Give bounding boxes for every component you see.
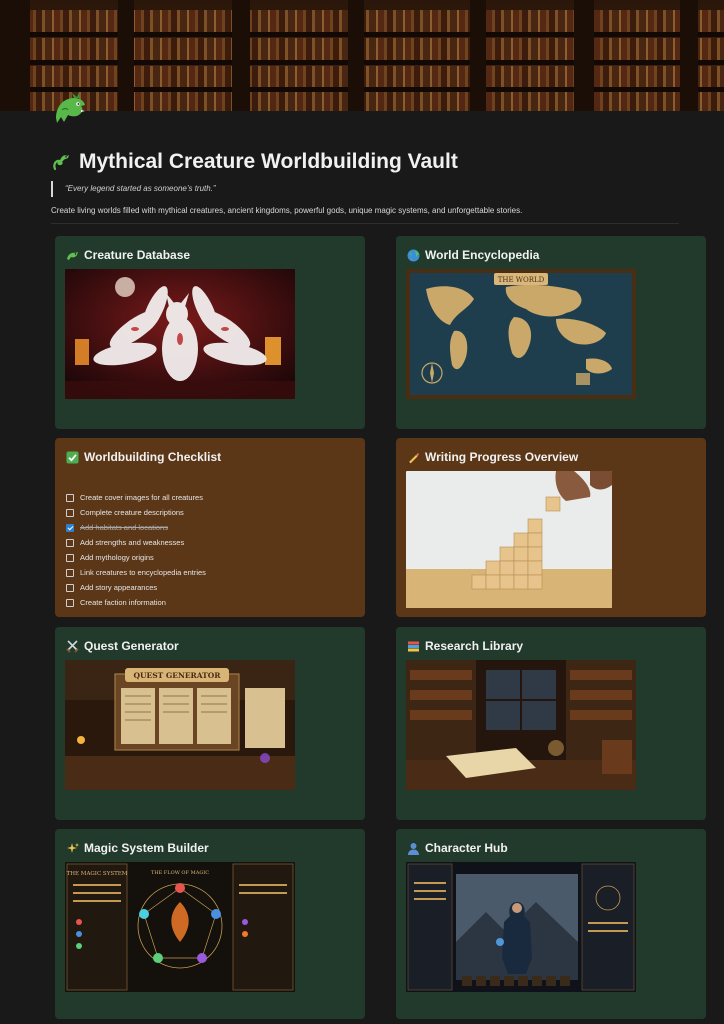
card-header: Magic System Builder xyxy=(66,841,209,855)
magic-title-text: THE MAGIC SYSTEM xyxy=(67,871,128,877)
magic-center-title-text: THE FLOW OF MAGIC xyxy=(151,870,209,876)
magic-system-builder-card[interactable]: Magic System Builder THE MAGIC SYSTEM TH… xyxy=(55,829,365,1019)
checkbox[interactable] xyxy=(66,493,74,502)
dragon-icon[interactable] xyxy=(50,90,90,130)
shelf-post xyxy=(232,0,250,111)
writing-hand-icon xyxy=(408,452,419,464)
checklist-item[interactable]: Create cover images for all creatures xyxy=(66,493,203,502)
shelf-post xyxy=(348,0,364,111)
card-header: Research Library xyxy=(407,639,523,653)
quest-generator-card[interactable]: Quest Generator QUEST GENERATOR xyxy=(55,627,365,820)
worldbuilding-checklist-card[interactable]: Worldbuilding Checklist Create cover ima… xyxy=(55,438,365,617)
character-hub-cover-image[interactable] xyxy=(406,862,636,992)
card-title[interactable]: Creature Database xyxy=(84,248,190,262)
dragon-icon xyxy=(53,155,69,171)
card-title[interactable]: Character Hub xyxy=(425,841,508,855)
shelf-post xyxy=(470,0,486,111)
quest-board-title-text: QUEST GENERATOR xyxy=(133,671,221,680)
checklist-item[interactable]: Add story appearances xyxy=(66,583,157,592)
checklist-item-label: Add mythology origins xyxy=(80,553,154,562)
card-header: World Encyclopedia xyxy=(407,248,539,262)
checklist-item-label: Link creatures to encyclopedia entries xyxy=(80,568,206,577)
sparkles-icon xyxy=(67,842,79,853)
card-title[interactable]: Magic System Builder xyxy=(84,841,209,855)
checklist-item-label: Add story appearances xyxy=(80,583,158,592)
checkbox-checked[interactable] xyxy=(66,523,74,532)
checkbox[interactable] xyxy=(66,538,74,547)
checklist-item-label: Add strengths and weaknesses xyxy=(80,538,185,547)
checkbox[interactable] xyxy=(66,553,74,562)
checklist-item-label: Complete creature descriptions xyxy=(80,508,184,517)
checklist-item[interactable]: Add habitats and locations xyxy=(66,523,168,532)
page-title[interactable]: Mythical Creature Worldbuilding Vault xyxy=(79,150,458,174)
character-hub-card[interactable]: Character Hub xyxy=(396,829,706,1019)
creature-database-card[interactable]: Creature Database xyxy=(55,236,365,429)
checklist-item[interactable]: Complete creature descriptions xyxy=(66,508,184,517)
quest-generator-cover-image[interactable]: QUEST GENERATOR xyxy=(65,660,295,790)
checklist-item-label: Create cover images for all creatures xyxy=(80,493,203,502)
checkbox[interactable] xyxy=(66,598,74,607)
world-encyclopedia-card[interactable]: World Encyclopedia THE WORLD xyxy=(396,236,706,429)
checklist-item[interactable]: Add strengths and weaknesses xyxy=(66,538,184,547)
cover-banner xyxy=(0,0,724,111)
checklist-item[interactable]: Link creatures to encyclopedia entries xyxy=(66,568,206,577)
shelf-post xyxy=(118,0,134,111)
page-quote: “Every legend started as someone’s truth… xyxy=(51,181,216,197)
checklist-item-label: Create faction information xyxy=(80,598,166,607)
map-title-text: THE WORLD xyxy=(498,276,545,284)
card-header: Creature Database xyxy=(66,248,190,262)
page-description: Create living worlds filled with mythica… xyxy=(51,206,523,215)
checklist-item[interactable]: Add mythology origins xyxy=(66,553,154,562)
card-header: Character Hub xyxy=(407,841,508,855)
page-title-row: Mythical Creature Worldbuilding Vault xyxy=(51,150,458,174)
books-icon xyxy=(408,641,419,651)
card-header: Writing Progress Overview xyxy=(407,450,578,464)
library-cover-image[interactable] xyxy=(406,660,636,790)
checklist-item-label: Add habitats and locations xyxy=(80,523,168,532)
checklist-item[interactable]: Create faction information xyxy=(66,598,166,607)
shelf-post xyxy=(574,0,594,111)
writing-progress-card[interactable]: Writing Progress Overview xyxy=(396,438,706,617)
world-map-cover-image[interactable]: THE WORLD xyxy=(406,269,636,399)
dragon-icon xyxy=(67,251,78,260)
divider xyxy=(51,223,679,224)
shelf-post xyxy=(0,0,30,111)
person-silhouette-icon xyxy=(408,842,419,855)
nine-tailed-fox-cover-image[interactable] xyxy=(65,269,295,399)
card-header: Quest Generator xyxy=(66,639,179,653)
card-header: Worldbuilding Checklist xyxy=(66,450,221,464)
crossed-swords-icon xyxy=(66,639,79,653)
checkbox[interactable] xyxy=(66,583,74,592)
magic-system-cover-image[interactable]: THE MAGIC SYSTEM THE FLOW OF MAGIC xyxy=(65,862,295,992)
card-title[interactable]: Worldbuilding Checklist xyxy=(84,450,221,464)
research-library-card[interactable]: Research Library xyxy=(396,627,706,820)
checkbox[interactable] xyxy=(66,508,74,517)
card-title[interactable]: Research Library xyxy=(425,639,523,653)
card-title[interactable]: Writing Progress Overview xyxy=(425,450,578,464)
globe-icon xyxy=(407,249,420,261)
card-title[interactable]: World Encyclopedia xyxy=(425,248,539,262)
wooden-blocks-stairs-cover-image[interactable] xyxy=(406,471,612,608)
shelf-post xyxy=(680,0,698,111)
card-title[interactable]: Quest Generator xyxy=(84,639,179,653)
checkbox[interactable] xyxy=(66,568,74,577)
check-mark-button-icon xyxy=(66,451,79,463)
